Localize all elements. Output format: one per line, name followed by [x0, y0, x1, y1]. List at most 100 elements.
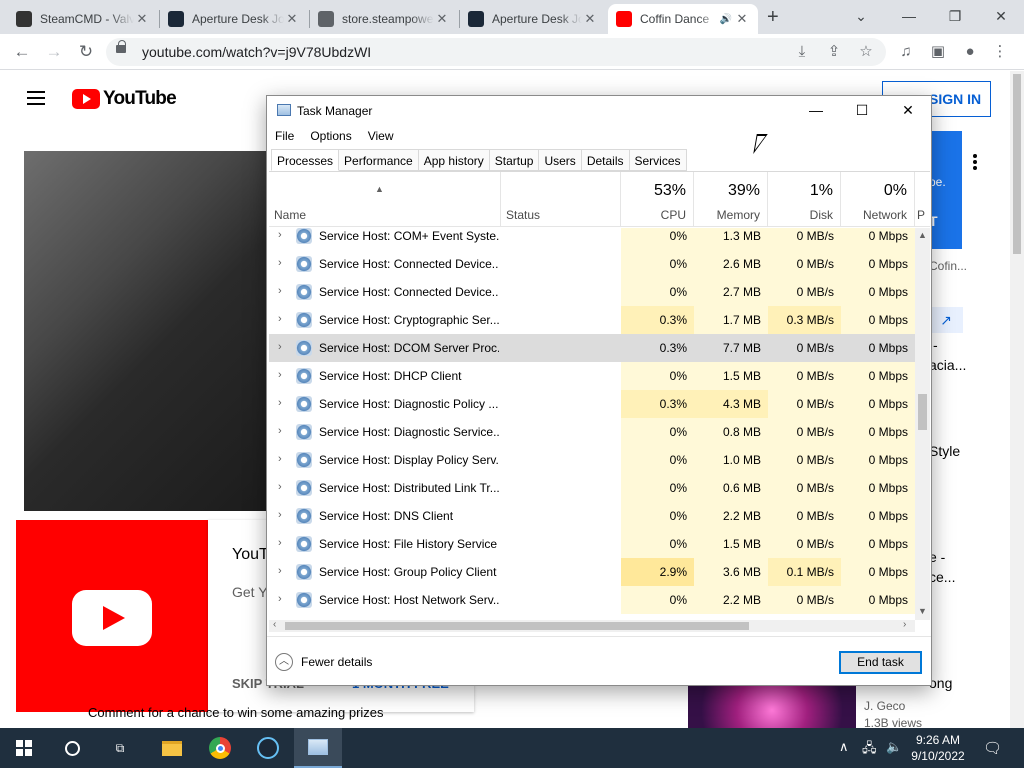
search-icon[interactable] — [48, 728, 96, 768]
table-row[interactable]: › Service Host: File History Service 0% 1.5… — [269, 530, 915, 558]
tab-close-icon[interactable]: ✕ — [284, 11, 300, 27]
tm-tab-app-history[interactable]: App history — [418, 149, 490, 171]
task-view-icon[interactable]: ⧉ — [96, 728, 144, 768]
column-header-disk[interactable]: 1% Disk — [768, 172, 841, 227]
tab-close-icon[interactable]: ✕ — [582, 11, 598, 27]
browser-tab-5[interactable]: Coffin Dance 🔊 ✕ — [608, 4, 758, 34]
reload-icon[interactable]: ↻ — [74, 40, 98, 64]
tm-maximize-button[interactable]: ☐ — [839, 96, 885, 126]
forward-arrow-icon[interactable]: → — [42, 40, 66, 64]
channel-name[interactable]: J. Geco — [864, 699, 905, 713]
table-row[interactable]: › Service Host: Diagnostic Policy ... 0.3%… — [269, 390, 915, 418]
side-panel-icon[interactable]: ▣ — [928, 42, 948, 62]
table-row[interactable]: › Service Host: Connected Device... 0% 2.7 … — [269, 278, 915, 306]
horizontal-scrollbar-thumb[interactable] — [285, 622, 749, 630]
tm-menu-options[interactable]: Options — [302, 126, 359, 148]
video-player[interactable] — [24, 151, 268, 511]
tab-close-icon[interactable]: ✕ — [134, 11, 150, 27]
ad-youtube-logo[interactable] — [16, 520, 208, 712]
expand-chevron-icon[interactable]: › — [278, 257, 282, 269]
network-icon[interactable]: 🖧 — [862, 739, 877, 761]
steam-taskbar-icon[interactable] — [244, 728, 292, 768]
scroll-left-arrow-icon[interactable]: ‹ — [273, 619, 276, 630]
column-header-power[interactable]: P — [915, 172, 930, 227]
profile-avatar-icon[interactable]: ● — [960, 42, 980, 62]
expand-chevron-icon[interactable]: › — [278, 285, 282, 297]
file-explorer-icon[interactable] — [148, 728, 196, 768]
table-row[interactable]: › Service Host: Host Network Serv... 0% 2.2… — [269, 586, 915, 614]
promo-banner[interactable] — [929, 131, 962, 249]
chrome-icon[interactable] — [196, 728, 244, 768]
task-manager-titlebar[interactable]: Task Manager — ☐ ✕ — [267, 96, 931, 126]
vertical-scrollbar-thumb[interactable] — [918, 394, 927, 430]
expand-chevron-icon[interactable]: › — [278, 565, 282, 577]
bookmark-star-icon[interactable]: ☆ — [856, 42, 876, 62]
tm-tab-details[interactable]: Details — [581, 149, 630, 171]
table-row[interactable]: › Service Host: DNS Client 0% 2.2 MB 0 MB/s 0… — [269, 502, 915, 530]
show-hidden-icons-icon[interactable]: ∧ — [839, 739, 849, 755]
expand-chevron-icon[interactable]: › — [278, 453, 282, 465]
page-scrollbar-thumb[interactable] — [1013, 74, 1021, 254]
tm-tab-services[interactable]: Services — [629, 149, 687, 171]
end-task-button[interactable]: End task — [839, 651, 922, 674]
tab-close-icon[interactable]: ✕ — [434, 11, 450, 27]
media-control-icon[interactable]: ♫ — [896, 42, 916, 62]
column-header-status[interactable]: Status — [501, 172, 621, 227]
expand-chevron-icon[interactable]: › — [278, 397, 282, 409]
menu-kebab-icon[interactable]: ⋮ — [990, 42, 1010, 62]
column-header-name[interactable]: ▲ Name — [269, 172, 501, 227]
tab-close-icon[interactable]: ✕ — [734, 11, 750, 27]
more-options-icon[interactable] — [973, 154, 977, 170]
tm-tab-processes[interactable]: Processes — [271, 149, 340, 171]
table-row[interactable]: › Service Host: COM+ Event Syste... 0% 1.3 … — [269, 228, 915, 250]
address-bar[interactable]: youtube.com/watch?v=j9V78UbdzWI ⤓ ⇪ ☆ — [106, 38, 886, 66]
scroll-right-arrow-icon[interactable]: › — [903, 619, 906, 630]
fewer-details-button[interactable]: ︿ Fewer details — [275, 653, 372, 671]
expand-chevron-icon[interactable]: › — [278, 229, 282, 241]
notification-center-icon[interactable]: 🗨 — [983, 739, 1002, 757]
expand-chevron-icon[interactable]: › — [278, 509, 282, 521]
expand-chevron-icon[interactable]: › — [278, 341, 282, 353]
video-thumbnail[interactable] — [688, 683, 856, 728]
task-manager-window[interactable]: Task Manager — ☐ ✕ File Options View Proce… — [266, 95, 932, 686]
column-header-cpu[interactable]: 53% CPU — [621, 172, 694, 227]
hamburger-menu-icon[interactable] — [27, 91, 45, 105]
youtube-logo[interactable]: YouTube — [72, 88, 177, 110]
page-scrollbar[interactable] — [1010, 71, 1024, 728]
table-row[interactable]: › Service Host: DCOM Server Proc... 0.3% 7.… — [269, 334, 915, 362]
external-link-icon[interactable]: ↗ — [929, 307, 963, 333]
expand-chevron-icon[interactable]: › — [278, 369, 282, 381]
lock-icon[interactable] — [116, 40, 126, 53]
table-row[interactable]: › Service Host: Distributed Link Tr... 0% 0… — [269, 474, 915, 502]
table-row[interactable]: › Service Host: Connected Device... 0% 2.6 … — [269, 250, 915, 278]
restore-button[interactable]: ❐ — [932, 4, 978, 28]
tm-close-button[interactable]: ✕ — [885, 96, 931, 126]
tm-menu-view[interactable]: View — [360, 126, 402, 148]
minimize-button[interactable]: — — [886, 4, 932, 28]
tm-tab-performance[interactable]: Performance — [339, 149, 419, 171]
vertical-scrollbar[interactable]: ▲ ▼ — [915, 228, 930, 620]
expand-chevron-icon[interactable]: › — [278, 425, 282, 437]
table-row[interactable]: › Service Host: Display Policy Serv... 0% 1… — [269, 446, 915, 474]
scroll-up-arrow-icon[interactable]: ▲ — [915, 230, 930, 240]
table-row[interactable]: › Service Host: Cryptographic Ser... 0.3% 1… — [269, 306, 915, 334]
table-row[interactable]: › Service Host: Group Policy Client 2.9% 3.… — [269, 558, 915, 586]
expand-chevron-icon[interactable]: › — [278, 481, 282, 493]
tm-tab-users[interactable]: Users — [539, 149, 582, 171]
tm-tab-startup[interactable]: Startup — [489, 149, 540, 171]
column-header-network[interactable]: 0% Network — [841, 172, 915, 227]
close-window-button[interactable]: ✕ — [978, 4, 1024, 28]
browser-tab-3[interactable]: store.steampowered.com✕ — [310, 4, 458, 34]
sidebar-song[interactable]: ong — [929, 675, 952, 691]
column-header-memory[interactable]: 39% Memory — [694, 172, 768, 227]
expand-chevron-icon[interactable]: › — [278, 313, 282, 325]
browser-tab-2[interactable]: Aperture Desk Job ✕ — [160, 4, 308, 34]
browser-tab-1[interactable]: SteamCMD - Valve Developer Community✕ — [8, 4, 158, 34]
table-row[interactable]: › Service Host: DHCP Client 0% 1.5 MB 0 MB/s… — [269, 362, 915, 390]
table-row[interactable]: › Service Host: Diagnostic Service... 0% 0.… — [269, 418, 915, 446]
start-button[interactable] — [0, 728, 48, 768]
browser-tab-4[interactable]: Aperture Desk Job ✕ — [460, 4, 606, 34]
new-tab-button[interactable]: + — [767, 6, 779, 29]
back-arrow-icon[interactable]: ← — [10, 40, 34, 64]
install-icon[interactable]: ⤓ — [792, 42, 812, 62]
